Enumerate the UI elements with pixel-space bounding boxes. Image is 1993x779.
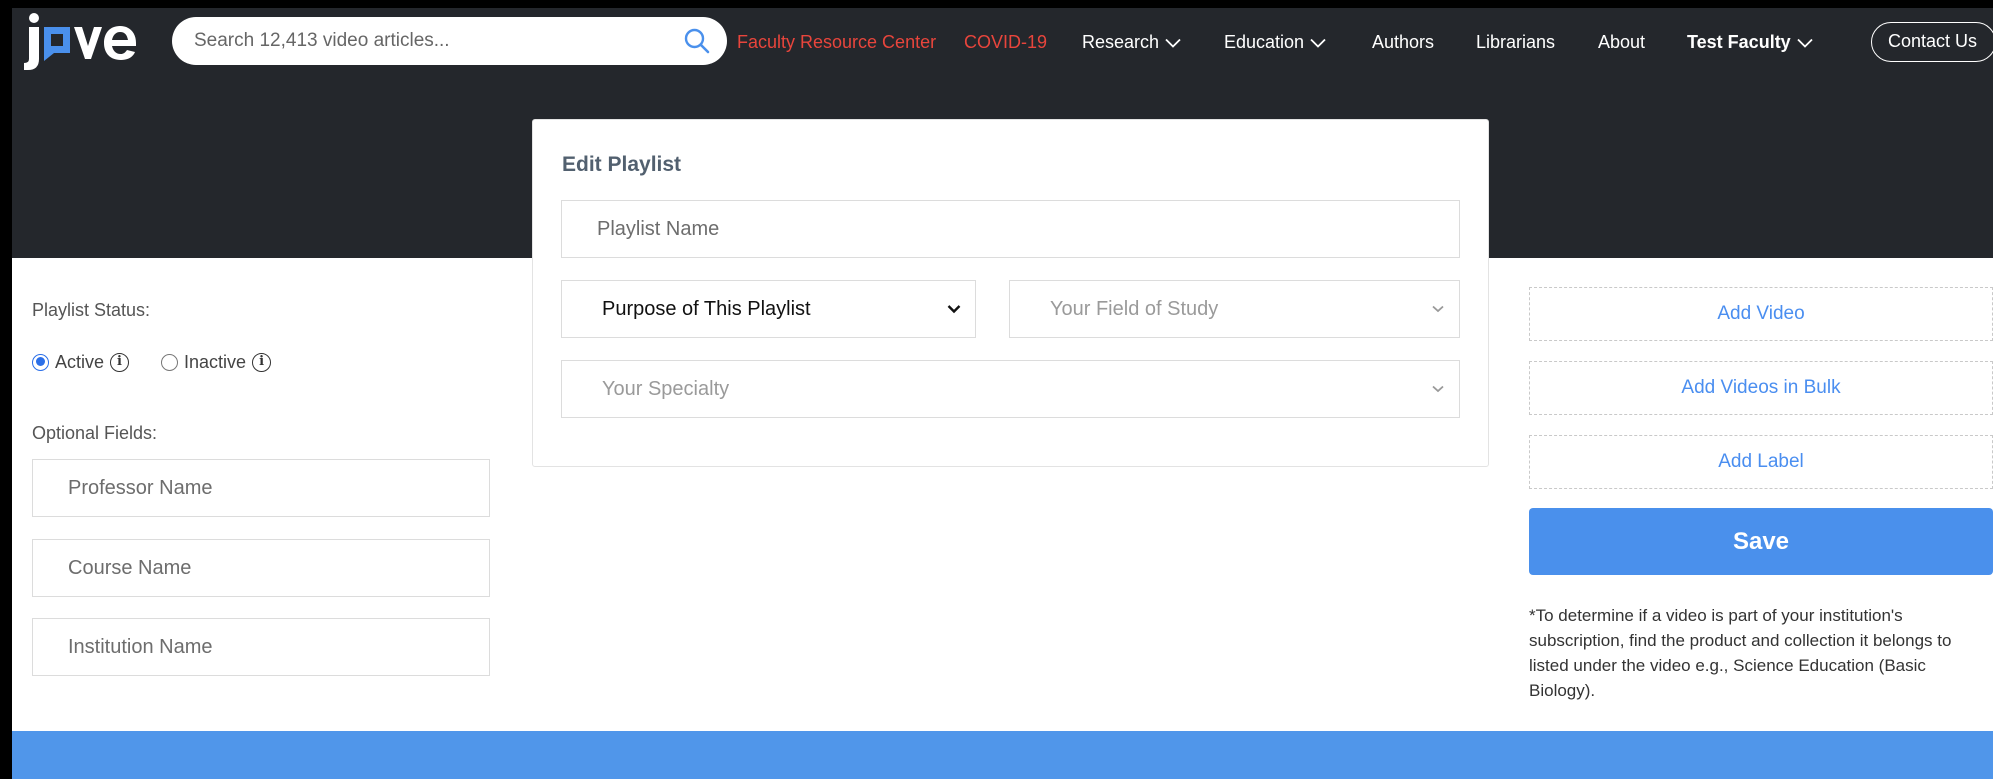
nav-research-label: Research: [1082, 32, 1160, 52]
course-name-field: [32, 539, 490, 597]
active-label: Active: [55, 351, 105, 372]
nav-education-label: Education: [1224, 32, 1305, 52]
active-radio[interactable]: [32, 353, 49, 371]
save-button[interactable]: Save: [1529, 508, 1993, 575]
chevron-down-icon: [1432, 385, 1444, 393]
footer-bar: [12, 731, 1993, 779]
professor-name-field: [32, 459, 490, 517]
search-icon[interactable]: [683, 27, 711, 55]
add-label-button[interactable]: Add Label: [1529, 435, 1993, 489]
add-videos-in-bulk-button[interactable]: Add Videos in Bulk: [1529, 361, 1993, 415]
edit-playlist-card: Edit Playlist Purpose of This Playlist Y…: [532, 119, 1489, 467]
purpose-select[interactable]: Purpose of This Playlist: [561, 280, 976, 338]
nav-authors[interactable]: Authors: [1372, 30, 1434, 54]
chevron-down-icon: [1432, 305, 1444, 313]
nav-user-menu[interactable]: Test Faculty: [1687, 30, 1813, 54]
add-video-button[interactable]: Add Video: [1529, 287, 1993, 341]
nav-education[interactable]: Education: [1224, 30, 1326, 54]
professor-name-input[interactable]: [33, 460, 489, 516]
card-title: Edit Playlist: [562, 153, 682, 176]
contact-us-button[interactable]: Contact Us: [1871, 22, 1993, 62]
field-of-study-value: Your Field of Study: [1050, 298, 1219, 320]
nav-faculty-resource-center[interactable]: Faculty Resource Center: [737, 30, 936, 54]
jove-logo[interactable]: [24, 12, 148, 72]
specialty-value: Your Specialty: [602, 378, 730, 400]
info-icon[interactable]: i: [252, 352, 272, 372]
nav-user-label: Test Faculty: [1687, 32, 1791, 52]
chevron-down-icon: [1797, 39, 1813, 49]
info-icon[interactable]: i: [110, 352, 130, 372]
chevron-down-icon: [1165, 39, 1181, 49]
nav-about[interactable]: About: [1598, 30, 1645, 54]
page: Faculty Resource Center COVID-19 Researc…: [12, 8, 1993, 779]
nav-covid-19[interactable]: COVID-19: [964, 30, 1047, 54]
optional-fields-label: Optional Fields:: [32, 423, 158, 443]
playlist-name-input[interactable]: [562, 201, 1459, 257]
purpose-select-value: Purpose of This Playlist: [602, 298, 811, 320]
playlist-status-options: Active i Inactive i: [32, 350, 272, 374]
inactive-radio[interactable]: [161, 353, 179, 371]
nav-librarians[interactable]: Librarians: [1476, 30, 1555, 54]
chevron-down-icon: [1310, 39, 1326, 49]
search-box: [172, 17, 727, 65]
institution-name-input[interactable]: [33, 619, 489, 675]
field-of-study-select[interactable]: Your Field of Study: [1009, 280, 1460, 338]
playlist-status-label: Playlist Status:: [32, 300, 151, 320]
specialty-select[interactable]: Your Specialty: [561, 360, 1460, 418]
playlist-name-field: [561, 200, 1460, 258]
nav-research[interactable]: Research: [1082, 30, 1181, 54]
inactive-label: Inactive: [184, 351, 247, 372]
chevron-down-icon: [947, 305, 961, 314]
institution-name-field: [32, 618, 490, 676]
search-input[interactable]: [194, 17, 654, 65]
course-name-input[interactable]: [33, 540, 489, 596]
subscription-note: *To determine if a video is part of your…: [1529, 606, 1952, 700]
